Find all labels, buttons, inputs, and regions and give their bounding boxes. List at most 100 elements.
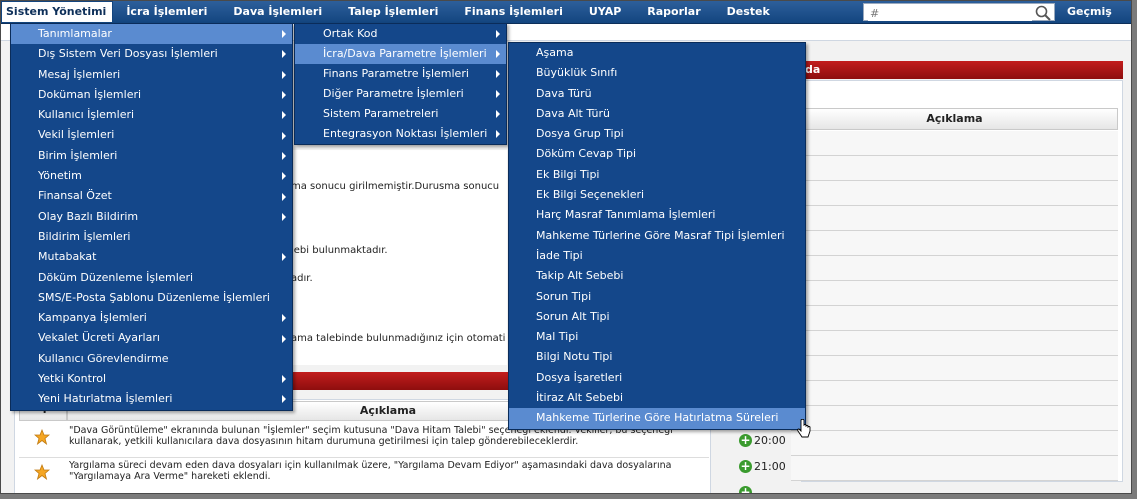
menu-item-label: Mal Tipi bbox=[536, 330, 579, 344]
menu-item-label: Harç Masraf Tanımlama İşlemleri bbox=[536, 208, 716, 222]
menu-item-label: Döküm Düzenleme İşlemleri bbox=[38, 270, 194, 284]
nav-item-destek[interactable]: Destek bbox=[714, 1, 783, 23]
menu-item-dosya-grup-tipi[interactable]: Dosya Grup Tipi bbox=[509, 124, 805, 144]
submenu-arrow-icon bbox=[282, 91, 286, 100]
submenu-arrow-icon bbox=[282, 334, 286, 343]
menu-item-vekil-islemleri[interactable]: Vekil İşlemleri bbox=[11, 125, 292, 145]
search-icon[interactable] bbox=[1035, 5, 1051, 21]
menu-item-ek-bilgi-secenekleri[interactable]: Ek Bilgi Seçenekleri bbox=[509, 185, 805, 205]
menu-item-bildirim-islemleri[interactable]: Bildirim İşlemleri bbox=[11, 227, 292, 247]
menu-item-dis-sistem-veri-dosyasi-islemleri[interactable]: Dış Sistem Veri Dosyası İşlemleri bbox=[11, 44, 292, 64]
submenu-arrow-icon bbox=[282, 192, 286, 201]
menu-item-asama[interactable]: Aşama bbox=[509, 43, 805, 63]
submenu-arrow-icon bbox=[282, 375, 286, 384]
menu-item-sms-e-posta-sablonu-duzenleme-islemleri[interactable]: SMS/E-Posta Şablonu Düzenleme İşlemleri bbox=[11, 288, 292, 308]
submenu-arrow-icon bbox=[282, 253, 286, 262]
menu-item-label: Diğer Parametre İşlemleri bbox=[323, 87, 464, 100]
table-row bbox=[791, 356, 1118, 381]
app-window: Sistem Yönetimi İcra İşlemleri Dava İşleml… bbox=[0, 0, 1132, 494]
menu-item-label: Vekil İşlemleri bbox=[38, 128, 115, 142]
menu-item-label: Tanımlamalar bbox=[38, 27, 112, 40]
menu-item-entegrasyon-noktasi-islemleri[interactable]: Entegrasyon Noktası İşlemleri bbox=[295, 124, 506, 144]
add-icon[interactable]: + bbox=[739, 486, 752, 493]
menu-item-label: Olay Bazlı Bildirim bbox=[38, 209, 139, 223]
menu-item-olay-bazli-bildirim[interactable]: Olay Bazlı Bildirim bbox=[11, 207, 292, 227]
table-row bbox=[791, 181, 1118, 206]
menu-item-birim-islemleri[interactable]: Birim İşlemleri bbox=[11, 146, 292, 166]
menu-item-dokum-duzenleme-islemleri[interactable]: Döküm Düzenleme İşlemleri bbox=[11, 268, 292, 288]
menu-item-label: Entegrasyon Noktası İşlemleri bbox=[323, 127, 488, 140]
menu-item-mal-tipi[interactable]: Mal Tipi bbox=[509, 327, 805, 347]
menu-item-kullanici-gorevlendirme[interactable]: Kullanıcı Görevlendirme bbox=[11, 349, 292, 369]
menu-item-vekalet-ucreti-ayarlari[interactable]: Vekalet Ücreti Ayarları bbox=[11, 328, 292, 348]
icra-dava-parametre-submenu: Aşama Büyüklük Sınıfı Dava Türü Dava Alt Tü… bbox=[508, 42, 806, 430]
menu-item-label: Finansal Özet bbox=[38, 189, 112, 203]
time-slot-partial[interactable]: + bbox=[739, 486, 754, 493]
table-row bbox=[791, 306, 1118, 331]
menu-item-label: Döküm Cevap Tipi bbox=[536, 147, 637, 161]
menu-item-yeni-hatirlatma-islemleri[interactable]: Yeni Hatırlatma İşlemleri bbox=[11, 389, 292, 409]
menu-item-itiraz-alt-sebebi[interactable]: İtiraz Alt Sebebi bbox=[509, 388, 805, 408]
menu-item-kullanici-islemleri[interactable]: Kullanıcı İşlemleri bbox=[11, 105, 292, 125]
table-row bbox=[791, 256, 1118, 281]
menu-item-finansal-ozet[interactable]: Finansal Özet bbox=[11, 186, 292, 206]
nav-item-talep-islemleri[interactable]: Talep İşlemleri bbox=[335, 1, 451, 23]
hand-cursor-icon bbox=[797, 419, 811, 438]
table-row bbox=[791, 281, 1118, 306]
menu-item-label: Finans Parametre İşlemleri bbox=[323, 67, 469, 80]
nav-item-finans-islemleri[interactable]: Finans İşlemleri bbox=[451, 1, 576, 23]
menu-item-mahkeme-turlerine-gore-hatirlatma-sureleri[interactable]: Mahkeme Türlerine Göre Hatırlatma Sürele… bbox=[509, 408, 805, 429]
menu-item-dava-turu[interactable]: Dava Türü bbox=[509, 84, 805, 104]
menu-item-sorun-alt-tipi[interactable]: Sorun Alt Tipi bbox=[509, 307, 805, 327]
menu-item-mesaj-islemleri[interactable]: Mesaj İşlemleri bbox=[11, 65, 292, 85]
time-slot-20[interactable]: +20:00 bbox=[739, 434, 786, 447]
menu-item-finans-parametre-islemleri[interactable]: Finans Parametre İşlemleri bbox=[295, 64, 506, 84]
menu-item-ek-bilgi-tipi[interactable]: Ek Bilgi Tipi bbox=[509, 165, 805, 185]
add-icon[interactable]: + bbox=[739, 460, 752, 473]
menu-item-label: Dosya İşaretleri bbox=[536, 370, 623, 384]
nav-item-sistem-yonetimi[interactable]: Sistem Yönetimi bbox=[1, 1, 114, 23]
menu-item-buyukluk-sinifi[interactable]: Büyüklük Sınıfı bbox=[509, 63, 805, 83]
menu-item-dava-alt-turu[interactable]: Dava Alt Türü bbox=[509, 104, 805, 124]
menu-item-dokum-cevap-tipi[interactable]: Döküm Cevap Tipi bbox=[509, 144, 805, 164]
table-row bbox=[791, 206, 1118, 231]
nav-item-raporlar[interactable]: Raporlar bbox=[634, 1, 713, 23]
table-row bbox=[791, 331, 1118, 356]
nav-item-dava-islemleri[interactable]: Dava İşlemleri bbox=[220, 1, 335, 23]
menu-item-bilgi-notu-tipi[interactable]: Bilgi Notu Tipi bbox=[509, 347, 805, 367]
submenu-arrow-icon bbox=[496, 130, 500, 138]
menu-item-label: Kampanya İşlemleri bbox=[38, 311, 147, 325]
menu-item-takip-alt-sebebi[interactable]: Takip Alt Sebebi bbox=[509, 266, 805, 286]
info-text-3: adır. bbox=[291, 273, 313, 284]
menu-item-sorun-tipi[interactable]: Sorun Tipi bbox=[509, 287, 805, 307]
menu-item-icra-dava-parametre-islemleri[interactable]: İcra/Dava Parametre İşlemleri bbox=[295, 44, 506, 64]
main-menu: Sistem Yönetimi İcra İşlemleri Dava İşleml… bbox=[1, 1, 783, 23]
star-icon bbox=[34, 429, 50, 445]
menu-item-diger-parametre-islemleri[interactable]: Diğer Parametre İşlemleri bbox=[295, 84, 506, 104]
menu-item-ortak-kod[interactable]: Ortak Kod bbox=[295, 24, 506, 44]
menu-item-label: Büyüklük Sınıfı bbox=[536, 66, 618, 80]
menu-item-dokuman-islemleri[interactable]: Doküman İşlemleri bbox=[11, 85, 292, 105]
history-link[interactable]: Geçmiş bbox=[1067, 1, 1112, 23]
menu-item-label: Dava Alt Türü bbox=[536, 106, 611, 120]
add-icon[interactable]: + bbox=[739, 434, 752, 447]
menu-item-iade-tipi[interactable]: İade Tipi bbox=[509, 246, 805, 266]
menu-item-mutabakat[interactable]: Mutabakat bbox=[11, 247, 292, 267]
menu-item-label: Mutabakat bbox=[38, 250, 97, 264]
menu-item-yetki-kontrol[interactable]: Yetki Kontrol bbox=[11, 369, 292, 389]
submenu-arrow-icon bbox=[282, 30, 286, 39]
menu-item-mahkeme-turlerine-gore-masraf-tipi-islemleri[interactable]: Mahkeme Türlerine Göre Masraf Tipi İşlem… bbox=[509, 226, 805, 246]
search-input[interactable] bbox=[868, 5, 1032, 21]
menu-item-harc-masraf-tanimlama-islemleri[interactable]: Harç Masraf Tanımlama İşlemleri bbox=[509, 205, 805, 225]
menu-item-label: Aşama bbox=[536, 46, 574, 59]
time-slot-21[interactable]: +21:00 bbox=[739, 460, 786, 473]
menu-item-dosya-isaretleri[interactable]: Dosya İşaretleri bbox=[509, 368, 805, 388]
menu-item-tanimlamalar[interactable]: Tanımlamalar bbox=[11, 24, 292, 45]
menu-item-kampanya-islemleri[interactable]: Kampanya İşlemleri bbox=[11, 308, 292, 328]
menu-item-sistem-parametreleri[interactable]: Sistem Parametreleri bbox=[295, 104, 506, 124]
nav-item-icra-islemleri[interactable]: İcra İşlemleri bbox=[113, 1, 220, 23]
nav-item-uyap[interactable]: UYAP bbox=[576, 1, 634, 23]
menu-item-label: Mahkeme Türlerine Göre Hatırlatma Sürele… bbox=[536, 411, 779, 425]
menu-item-yonetim[interactable]: Yönetim bbox=[11, 166, 292, 186]
search-box[interactable] bbox=[863, 3, 1055, 21]
